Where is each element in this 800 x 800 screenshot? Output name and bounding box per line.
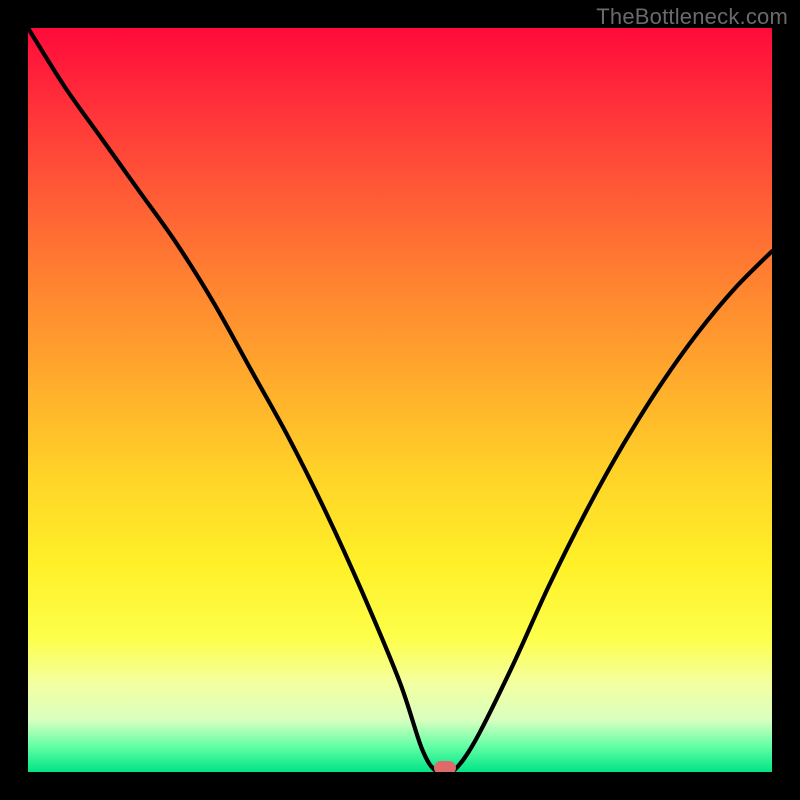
plot-area xyxy=(28,28,772,772)
bottleneck-curve xyxy=(28,28,772,772)
watermark-text: TheBottleneck.com xyxy=(596,4,788,30)
chart-frame: TheBottleneck.com xyxy=(0,0,800,800)
optimal-point-marker xyxy=(434,761,456,772)
